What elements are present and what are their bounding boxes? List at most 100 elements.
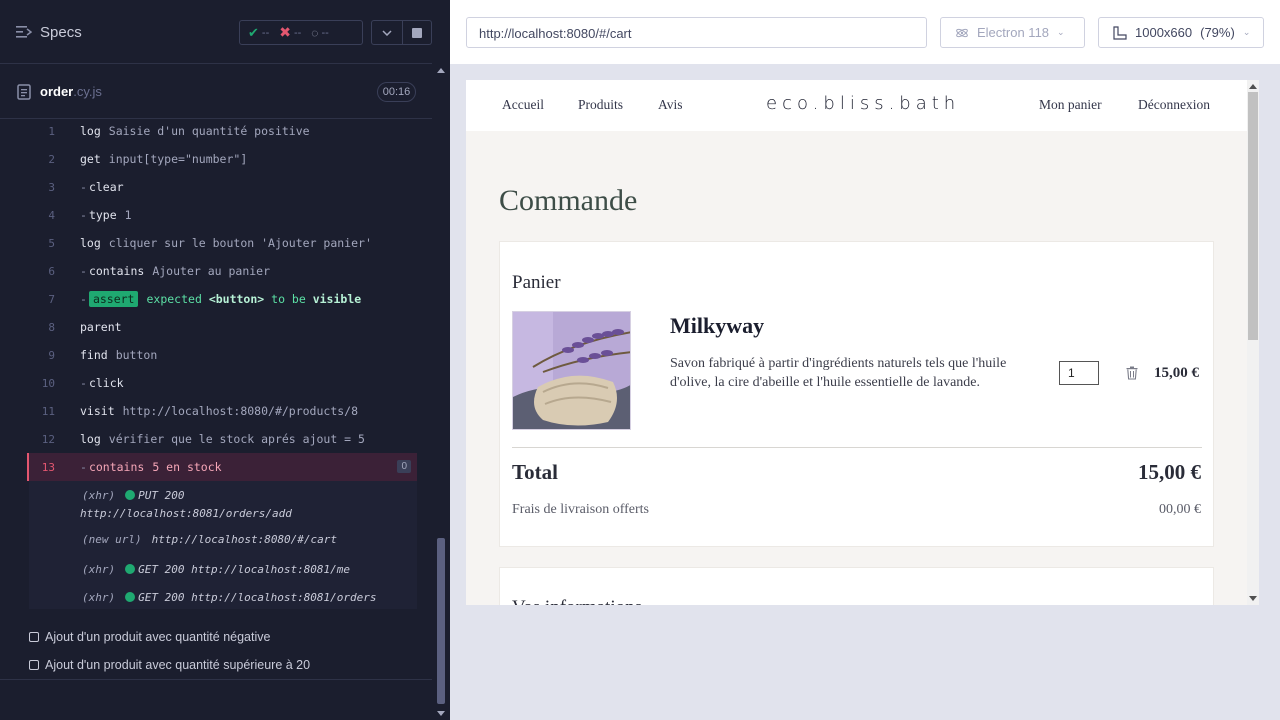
xhr-log: (xhr) PUT 200 http://localhost:8081/order… [29, 481, 417, 609]
scroll-down-icon[interactable] [437, 711, 445, 716]
xhr-status: GET 200 http://localhost:8081/orders [138, 591, 377, 604]
xhr-row[interactable]: (xhr) GET 200 http://localhost:8081/order… [82, 591, 377, 604]
command-row[interactable]: 6 - contains Ajouter au panier [29, 257, 417, 285]
command-number: 5 [48, 236, 55, 250]
xhr-row[interactable]: (xhr) PUT 200 [82, 489, 184, 502]
passed-stat: ✔ -- [248, 25, 269, 41]
chevron-down-icon: ⌄ [1057, 27, 1065, 37]
total-value: 15,00 € [1138, 460, 1201, 484]
trash-icon[interactable] [1126, 366, 1138, 380]
pending-icon: ◌ [311, 25, 319, 40]
command-row[interactable]: 12 log vérifier que le stock aprés ajout … [29, 425, 417, 453]
command-name: contains [88, 460, 145, 474]
command-row[interactable]: 2 get input[type="number"] [29, 145, 417, 173]
command-name: log [80, 124, 101, 138]
test-status-icon [29, 632, 39, 642]
site-logo[interactable]: eco.bliss.bath [766, 93, 960, 114]
new-url-row[interactable]: (new url) http://localhost:8080/#/cart [82, 533, 337, 546]
command-message: vérifier que le stock aprés ajout = 5 [108, 432, 365, 446]
status-dot-icon [125, 592, 136, 602]
test-item[interactable]: Ajout d'un produit avec quantité négativ… [29, 630, 270, 644]
product-name[interactable]: Milkyway [670, 313, 764, 339]
viewport-selector[interactable]: 1000x660 (79%) ⌄ [1098, 17, 1264, 48]
spec-file-basename: order [40, 84, 74, 99]
app-scrollbar[interactable] [1247, 80, 1259, 605]
spec-file-header[interactable]: order.cy.js 00:16 [0, 65, 432, 119]
pending-count: -- [321, 26, 329, 39]
xhr-row[interactable]: (xhr) GET 200 http://localhost:8081/me [82, 563, 350, 576]
quantity-input[interactable] [1059, 361, 1099, 385]
specs-title[interactable]: Specs [40, 24, 82, 41]
command-row[interactable]: 3 - clear [29, 173, 417, 201]
nav-reviews[interactable]: Avis [658, 97, 683, 113]
command-row-failed[interactable]: 13 - contains 5 en stock 0 [27, 453, 417, 481]
command-row[interactable]: 11 visit http://localhost:8080/#/products… [29, 397, 417, 425]
browser-selector[interactable]: Electron 118 ⌄ [940, 17, 1085, 48]
command-name: contains [88, 264, 145, 278]
site-navbar: Accueil Produits Avis eco.bliss.bath Mon… [466, 80, 1247, 131]
scroll-down-icon[interactable] [1249, 596, 1257, 601]
nav-cart[interactable]: Mon panier [1039, 97, 1102, 113]
nav-products[interactable]: Produits [578, 97, 623, 113]
test-title: Ajout d'un produit avec quantité supérie… [45, 658, 311, 672]
check-icon: ✔ [248, 24, 259, 40]
pending-stat: ◌ -- [311, 26, 328, 40]
specs-list-icon[interactable] [16, 25, 32, 39]
command-name: click [88, 376, 124, 390]
assert-subject: <button> [208, 292, 265, 306]
aut-toolbar: http://localhost:8080/#/cart Electron 11… [450, 0, 1280, 64]
chevron-down-icon: ⌄ [1242, 27, 1251, 37]
scroll-thumb[interactable] [437, 538, 445, 704]
command-message: button [115, 348, 158, 362]
xhr-tag: (new url) [82, 533, 142, 546]
chevron-down-icon [382, 29, 392, 36]
scroll-up-icon[interactable] [437, 68, 445, 73]
command-row[interactable]: 8 parent [29, 313, 417, 341]
command-row[interactable]: 1 log Saisie d'un quantité positive [29, 117, 417, 145]
assert-expectation: visible [312, 292, 362, 306]
options-dropdown-button[interactable] [371, 20, 403, 45]
cross-icon: ✖ [279, 24, 291, 40]
assert-badge: assert [88, 291, 139, 307]
command-row[interactable]: 5 log cliquer sur le bouton 'Ajouter pani… [29, 229, 417, 257]
assert-text: to be [271, 292, 306, 306]
line-price: 15,00 € [1154, 365, 1199, 381]
command-message: 1 [124, 208, 132, 222]
info-title: Vos informations [512, 597, 642, 605]
page-title: Commande [499, 184, 638, 217]
product-image [512, 311, 631, 430]
electron-icon [956, 28, 968, 37]
command-name: parent [80, 320, 122, 334]
child-dash: - [80, 180, 87, 194]
divider [0, 679, 432, 680]
failed-count: -- [293, 26, 302, 39]
scroll-thumb[interactable] [1248, 92, 1258, 340]
scroll-up-icon[interactable] [1249, 84, 1257, 89]
url-bar[interactable]: http://localhost:8080/#/cart [466, 17, 927, 48]
xhr-tag: (xhr) [82, 591, 116, 604]
failed-stat: ✖ -- [279, 24, 301, 41]
command-number: 12 [41, 432, 55, 446]
command-row-assert[interactable]: 7 - assert expected <button> to be visible [29, 285, 417, 313]
viewport-size: 1000x660 [1135, 25, 1193, 40]
test-item[interactable]: Ajout d'un produit avec quantité supérie… [29, 658, 310, 672]
command-row[interactable]: 4 - type 1 [29, 201, 417, 229]
nav-home[interactable]: Accueil [502, 97, 544, 113]
nav-logout[interactable]: Déconnexion [1138, 97, 1210, 113]
stop-button[interactable] [403, 20, 432, 45]
command-row[interactable]: 9 find button [29, 341, 417, 369]
status-dot-icon [125, 564, 136, 574]
product-description: Savon fabriqué à partir d'ingrédients na… [670, 356, 1007, 390]
passed-count: -- [261, 26, 270, 39]
child-dash: - [80, 208, 87, 222]
element-count-badge: 0 [397, 460, 411, 473]
assert-text: expected [146, 292, 202, 306]
command-row[interactable]: 10 - click [29, 369, 417, 397]
shipping-label: Frais de livraison offerts [512, 502, 649, 517]
reporter-scrollbar[interactable] [434, 64, 448, 720]
child-dash: - [80, 460, 87, 474]
command-number: 8 [48, 320, 55, 334]
total-label: Total [512, 460, 558, 484]
command-number: 1 [48, 124, 55, 138]
child-dash: - [80, 264, 87, 278]
